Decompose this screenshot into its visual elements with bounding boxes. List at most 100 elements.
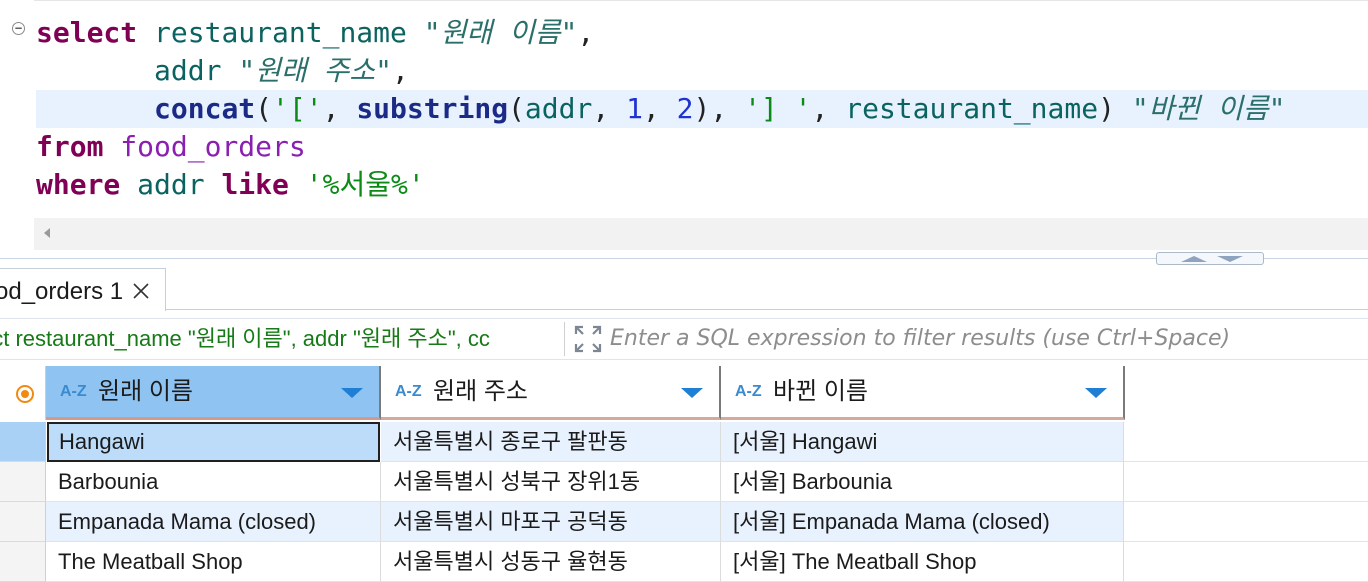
column-title: 바뀐 이름: [773, 378, 868, 405]
restore-down-icon[interactable]: [1217, 256, 1243, 262]
close-icon[interactable]: [131, 281, 151, 301]
table-row[interactable]: The Meatball Shop 서울특별시 성동구 율현동 [서울] The…: [0, 542, 1368, 582]
table-cell[interactable]: Hangawi: [47, 422, 380, 462]
sql-editor[interactable]: − select restaurant_name "원래 이름", addr "…: [0, 0, 1368, 255]
filter-bar: ect restaurant_name "원래 이름", addr "원래 주소…: [0, 318, 1368, 360]
text-type-icon: A-Z: [735, 383, 762, 400]
code-token: 1: [626, 92, 643, 125]
splitter-handle[interactable]: [1156, 252, 1264, 265]
code-line[interactable]: addr "원래 주소",: [36, 52, 1368, 90]
editor-horizontal-scrollbar[interactable]: [34, 218, 1368, 250]
filter-separator: [564, 322, 565, 356]
scroll-left-icon[interactable]: [44, 228, 50, 238]
column-header-changed-name[interactable]: A-Z 바뀐 이름: [721, 366, 1125, 420]
code-token: addr: [154, 54, 222, 87]
code-token: "원래 이름": [423, 16, 578, 49]
column-header-original-name[interactable]: A-Z 원래 이름: [46, 366, 381, 420]
code-line[interactable]: where addr like '%서울%': [36, 166, 1368, 204]
code-token: ,: [642, 92, 677, 125]
table-row[interactable]: Barbounia 서울특별시 성북구 장위1동 [서울] Barbounia: [0, 462, 1368, 502]
text-type-icon: A-Z: [60, 383, 87, 400]
code-line[interactable]: select restaurant_name "원래 이름",: [36, 14, 1368, 52]
code-token: ,: [592, 92, 627, 125]
code-token: ),: [693, 92, 745, 125]
collapse-icon[interactable]: −: [12, 22, 25, 35]
table-row[interactable]: Empanada Mama (closed) 서울특별시 마포구 공덕동 [서울…: [0, 502, 1368, 542]
table-cell[interactable]: [서울] Barbounia: [721, 462, 1124, 502]
row-filler: [1124, 422, 1368, 462]
tab-results-label: od_orders 1: [0, 278, 124, 305]
results-grid[interactable]: A-Z 원래 이름 A-Z 원래 주소 A-Z 바뀐 이름 Hangawi 서울…: [0, 362, 1368, 582]
sort-dropdown-icon[interactable]: [1085, 388, 1107, 398]
table-cell[interactable]: 서울특별시 마포구 공덕동: [381, 502, 721, 542]
code-token: substring: [356, 92, 509, 125]
row-header[interactable]: [0, 502, 46, 542]
sort-dropdown-icon[interactable]: [341, 388, 363, 398]
record-mode-icon[interactable]: [16, 385, 34, 403]
table-cell[interactable]: Barbounia: [46, 462, 381, 502]
code-token: like: [221, 168, 289, 201]
code-token: select: [36, 16, 138, 49]
tab-results[interactable]: od_orders 1: [0, 268, 166, 311]
code-token: '[': [272, 92, 323, 125]
row-filler: [1124, 502, 1368, 542]
code-token: ,: [811, 92, 846, 125]
tab-bar-border: [0, 309, 1368, 310]
row-filler: [1124, 542, 1368, 582]
table-cell[interactable]: [서울] Hangawi: [721, 422, 1124, 462]
query-text: ect restaurant_name "원래 이름", addr "원래 주소…: [0, 326, 490, 351]
table-row[interactable]: Hangawi 서울특별시 종로구 팔판동 [서울] Hangawi: [0, 422, 1368, 462]
code-token: 2: [676, 92, 694, 125]
table-cell[interactable]: 서울특별시 성북구 장위1동: [381, 462, 721, 502]
row-header[interactable]: [0, 462, 46, 502]
table-cell[interactable]: [서울] Empanada Mama (closed): [721, 502, 1124, 542]
code-token: ): [1098, 92, 1132, 125]
code-token: "원래 주소": [238, 54, 392, 87]
table-cell[interactable]: The Meatball Shop: [46, 542, 381, 582]
grid-corner[interactable]: [0, 366, 46, 420]
expand-icon[interactable]: [572, 323, 604, 355]
column-title: 원래 주소: [433, 378, 528, 405]
column-header-original-addr[interactable]: A-Z 원래 주소: [381, 366, 721, 420]
code-token: concat: [154, 92, 256, 125]
code-token: restaurant_name: [154, 16, 407, 49]
code-token: '%서울%': [305, 168, 425, 201]
table-cell[interactable]: [서울] The Meatball Shop: [721, 542, 1124, 582]
query-history-text[interactable]: ect restaurant_name "원래 이름", addr "원래 주소…: [0, 319, 562, 359]
code-token: ,: [577, 16, 595, 49]
table-cell[interactable]: 서울특별시 성동구 율현동: [381, 542, 721, 582]
code-token: ,: [391, 54, 409, 87]
code-line[interactable]: concat('[', substring(addr, 1, 2), '] ',…: [36, 90, 1368, 128]
code-token: addr: [524, 92, 593, 125]
row-filler: [1124, 462, 1368, 502]
table-cell[interactable]: 서울특별시 종로구 팔판동: [381, 422, 721, 462]
code-token: from: [36, 130, 104, 163]
text-type-icon: A-Z: [395, 383, 422, 400]
table-cell[interactable]: Empanada Mama (closed): [46, 502, 381, 542]
code-token: (: [508, 92, 525, 125]
code-token: food_orders: [120, 130, 306, 163]
code-token: where: [36, 168, 121, 201]
code-token: addr: [137, 168, 205, 201]
row-header[interactable]: [0, 422, 46, 462]
code-token: (: [255, 92, 273, 125]
code-token: restaurant_name: [845, 92, 1099, 125]
maximize-up-icon[interactable]: [1181, 256, 1207, 262]
code-token: "바뀐 이름": [1131, 92, 1286, 125]
filter-input[interactable]: [610, 319, 1350, 359]
row-header[interactable]: [0, 542, 46, 582]
results-tab-bar: [0, 266, 1368, 310]
column-title: 원래 이름: [98, 378, 193, 405]
sort-dropdown-icon[interactable]: [681, 388, 703, 398]
code-line[interactable]: from food_orders: [36, 128, 1368, 166]
code-token: '] ': [744, 92, 812, 125]
